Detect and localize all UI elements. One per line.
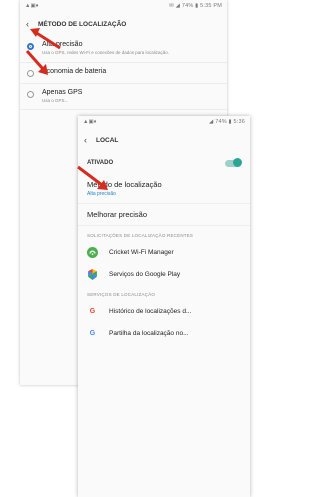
page-title: LOCAL <box>96 136 119 144</box>
cricket-wifi-icon <box>87 246 98 258</box>
status-icons-left: ▲▣♦ <box>25 3 39 9</box>
app-label: Serviços do Google Play <box>109 270 181 278</box>
screen-header: ‹ LOCAL <box>78 128 250 152</box>
annotation-arrow-icon <box>77 165 108 190</box>
list-item-location-history[interactable]: G Histórico de localizações d... <box>78 300 250 322</box>
google-icon: G <box>89 329 96 337</box>
status-icons-right: ✉ ◢ 74% ▮ 5:35 PM <box>169 3 222 9</box>
switch-knob <box>233 158 242 167</box>
status-bar: ▲▣♦ ◢ 74% ▮ 5:36 <box>78 116 250 128</box>
option-description: Usa o GPS... <box>42 97 69 103</box>
section-header-recent: SOLICITAÇÕES DE LOCALIZAÇÃO RECENTES <box>87 233 194 238</box>
menu-item-label: Melhorar precisão <box>87 210 148 219</box>
google-play-services-icon <box>87 268 98 280</box>
annotation-arrow-icon <box>25 50 48 75</box>
status-icons-left: ▲▣♦ <box>83 119 97 125</box>
option-label: Apenas GPS <box>42 88 83 96</box>
radio-icon[interactable] <box>27 90 34 98</box>
list-item-location-sharing[interactable]: G Partilha da localização no... <box>78 322 250 344</box>
status-icons-right: ◢ 74% ▮ 5:36 <box>209 119 245 125</box>
location-switch[interactable] <box>225 158 242 167</box>
app-label: Histórico de localizações d... <box>109 307 192 315</box>
list-item-play-services[interactable]: Serviços do Google Play <box>78 263 250 285</box>
annotation-arrow-icon <box>30 28 61 50</box>
list-item-cricket[interactable]: Cricket Wi-Fi Manager <box>78 241 250 263</box>
menu-item-improve-accuracy[interactable]: Melhorar precisão <box>78 204 250 226</box>
status-bar: ▲▣♦ ✉ ◢ 74% ▮ 5:35 PM <box>20 0 227 12</box>
option-description: Usa o GPS, redes Wi-Fi e conexões de dad… <box>42 50 170 55</box>
option-gps-only[interactable]: Apenas GPS Usa o GPS... <box>20 84 227 110</box>
back-arrow-icon[interactable]: ‹ <box>84 135 96 145</box>
google-icon: G <box>89 307 96 315</box>
app-label: Partilha da localização no... <box>109 329 189 337</box>
app-label: Cricket Wi-Fi Manager <box>109 248 174 256</box>
section-header-services: SERVIÇOS DE LOCALIZAÇÃO <box>87 292 156 297</box>
